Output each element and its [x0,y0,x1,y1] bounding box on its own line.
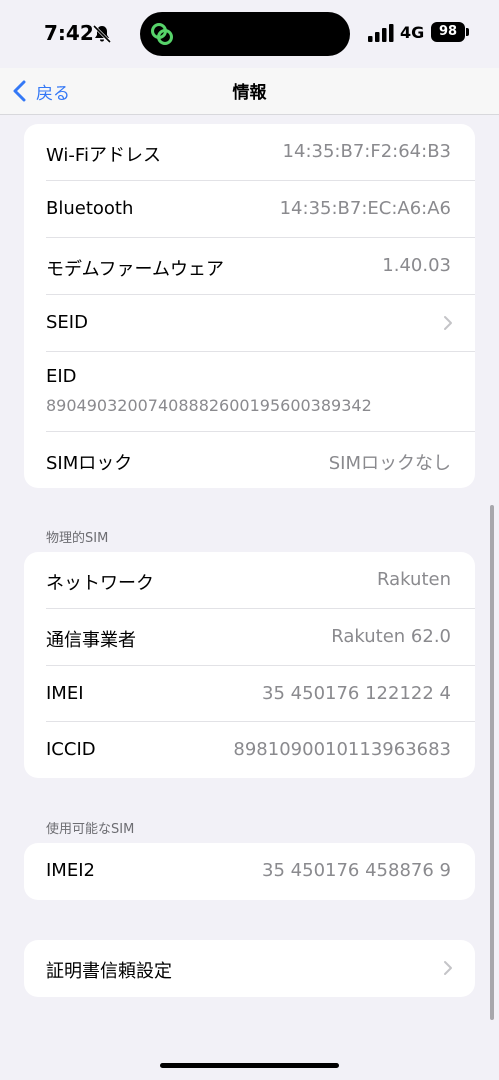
eid-label: EID [46,366,77,387]
carrier-value: Rakuten 62.0 [331,626,451,647]
battery-indicator: 98 [431,22,465,42]
available-sim-header: 使用可能なSIM [46,822,135,837]
cert-trust-label: 証明書信頼設定 [46,961,172,982]
iccid-value: 8981090010113963683 [233,739,451,760]
imei-label: IMEI [46,683,84,704]
imei-row: IMEI 35 450176 122122 4 [24,666,475,722]
iccid-label: ICCID [46,739,96,760]
eid-value: 89049032007408882600195600389342 [46,396,372,415]
network-row: ネットワーク Rakuten [24,552,475,609]
imei-value: 35 450176 122122 4 [262,683,451,704]
modem-firmware-label: モデムファームウェア [46,259,225,280]
iccid-row: ICCID 8981090010113963683 [24,722,475,778]
dynamic-island [140,12,350,56]
navigation-bar: 戻る 情報 [0,68,499,115]
network-value: Rakuten [377,569,451,590]
status-bar: 7:42 4G 98 [0,0,499,68]
scroll-indicator[interactable] [490,505,494,1020]
page-title: 情報 [232,83,267,103]
app-island-icon [151,23,173,45]
physical-sim-group: ネットワーク Rakuten 通信事業者 Rakuten 62.0 IMEI 3… [24,552,475,778]
home-indicator[interactable] [160,1063,339,1068]
battery-cap [466,28,469,36]
seid-label: SEID [46,312,88,333]
chevron-right-icon [444,316,452,330]
imei2-label: IMEI2 [46,860,95,881]
available-sim-group: IMEI2 35 450176 458876 9 [24,843,475,900]
wifi-address-row: Wi-Fiアドレス 14:35:B7:F2:64:B3 [24,124,475,181]
sim-lock-label: SIMロック [46,453,133,474]
physical-sim-header: 物理的SIM [46,531,109,546]
sim-lock-row: SIMロック SIMロックなし [24,432,475,488]
bell-slash-icon [92,24,112,44]
modem-firmware-row: モデムファームウェア 1.40.03 [24,238,475,295]
sim-lock-value: SIMロックなし [328,453,451,474]
seid-row[interactable]: SEID [24,295,475,352]
imei2-value: 35 450176 458876 9 [262,860,451,881]
eid-row: EID 89049032007408882600195600389342 [24,352,475,432]
bluetooth-row: Bluetooth 14:35:B7:EC:A6:A6 [24,181,475,238]
device-info-group: Wi-Fiアドレス 14:35:B7:F2:64:B3 Bluetooth 14… [24,124,475,488]
carrier-row: 通信事業者 Rakuten 62.0 [24,609,475,666]
network-type: 4G [400,23,425,42]
carrier-label: 通信事業者 [46,630,136,651]
bluetooth-value: 14:35:B7:EC:A6:A6 [279,198,451,219]
signal-bars-icon [368,24,394,42]
bluetooth-label: Bluetooth [46,198,134,219]
wifi-address-label: Wi-Fiアドレス [46,145,161,166]
wifi-address-value: 14:35:B7:F2:64:B3 [282,141,451,162]
chevron-right-icon [444,961,452,975]
network-label: ネットワーク [46,573,154,594]
status-time: 7:42 [44,21,94,45]
cert-trust-row[interactable]: 証明書信頼設定 [24,940,475,997]
cert-trust-group: 証明書信頼設定 [24,940,475,997]
modem-firmware-value: 1.40.03 [382,255,451,276]
imei2-row: IMEI2 35 450176 458876 9 [24,843,475,900]
